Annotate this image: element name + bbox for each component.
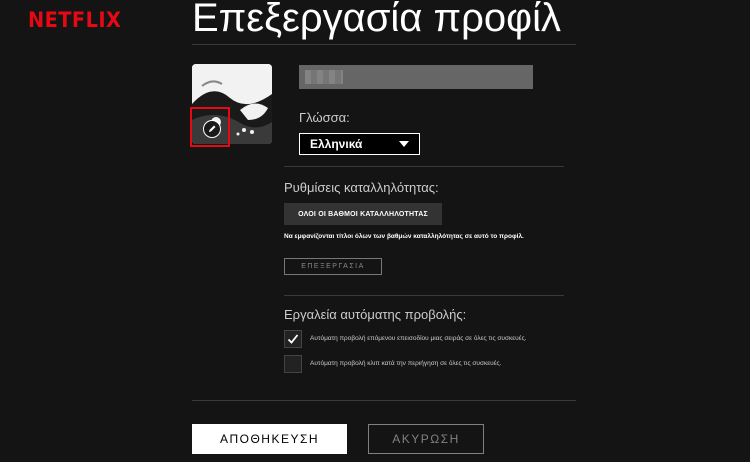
- maturity-edit-button[interactable]: ΕΠΕΞΕΡΓΑΣΙΑ: [284, 258, 382, 275]
- save-button[interactable]: ΑΠΟΘΗΚΕΥΣΗ: [192, 424, 347, 454]
- autoplay-label: Εργαλεία αυτόματης προβολής:: [284, 307, 467, 322]
- autoplay-next-episode-checkbox[interactable]: [284, 330, 302, 348]
- divider: [284, 166, 564, 167]
- language-selected-value: Ελληνικά: [310, 137, 363, 151]
- autoplay-next-episode-label: Αυτόματη προβολή επόμενου επεισοδίου μια…: [310, 335, 527, 342]
- maturity-label: Ρυθμίσεις καταλληλότητας:: [284, 180, 439, 195]
- name-redaction: [305, 70, 343, 84]
- pencil-icon[interactable]: [203, 120, 221, 138]
- chevron-down-icon: [399, 141, 409, 147]
- divider: [284, 295, 564, 296]
- divider: [192, 44, 576, 45]
- maturity-description: Να εμφανίζονται τίτλοι όλων των βαθμών κ…: [284, 233, 524, 240]
- language-select[interactable]: Ελληνικά: [299, 133, 420, 155]
- divider: [192, 400, 576, 401]
- netflix-logo[interactable]: NETFLIX: [28, 8, 121, 32]
- page-title: Επεξεργασία προφίλ: [192, 0, 561, 40]
- autoplay-previews-label: Αυτόματη προβολή κλιπ κατά την περιήγηση…: [310, 360, 502, 367]
- maturity-badge: ΟΛΟΙ ΟΙ ΒΑΘΜΟΙ ΚΑΤΑΛΛΗΛΟΤΗΤΑΣ: [284, 203, 442, 225]
- checkmark-icon: [287, 334, 299, 344]
- language-label: Γλώσσα:: [299, 110, 350, 125]
- cancel-button[interactable]: ΑΚΥΡΩΣΗ: [368, 424, 484, 454]
- autoplay-previews-checkbox[interactable]: [284, 355, 302, 373]
